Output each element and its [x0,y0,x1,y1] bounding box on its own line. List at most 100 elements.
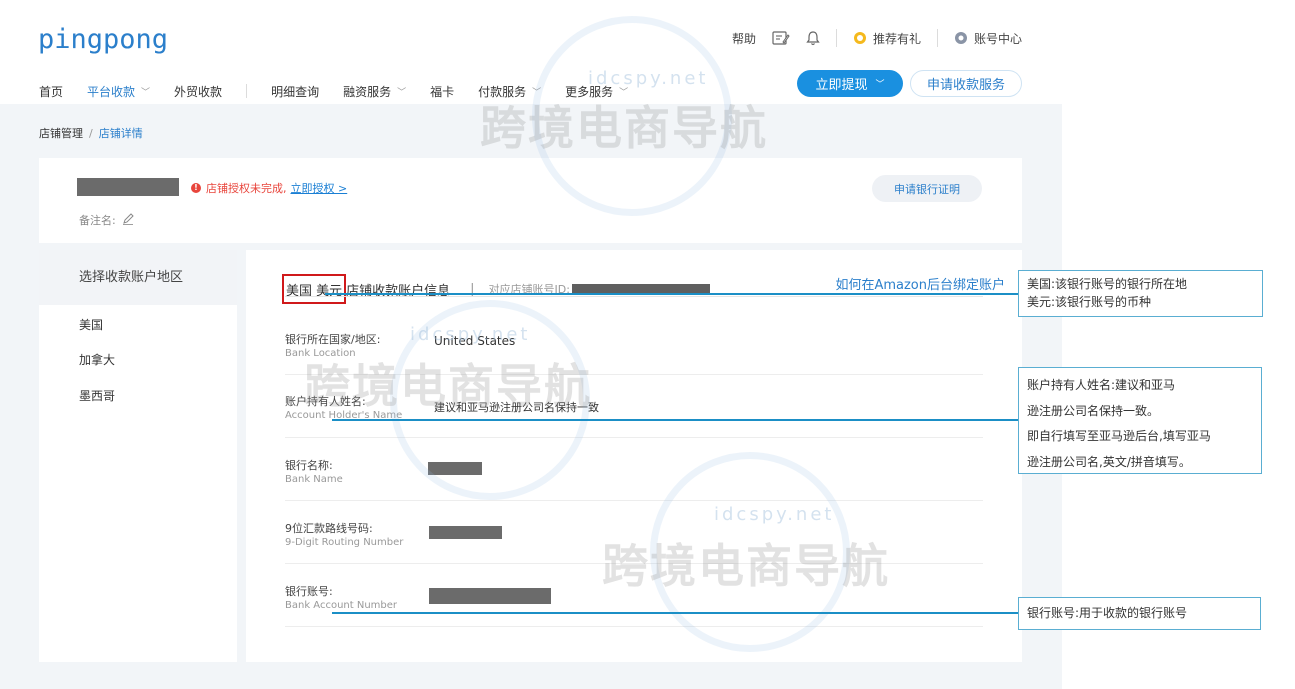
divider [285,296,983,297]
divider [285,500,983,501]
redacted-routing-number [429,526,502,539]
top-right-links: 帮助 推荐有礼 账号中心 [716,28,1022,48]
nav-label: 付款服务 [478,84,527,99]
store-card: ! 店铺授权未完成, 立即授权 > 备注名: 申请银行证明 [39,158,1022,243]
breadcrumb: 店铺管理 / 店铺详情 [39,125,143,141]
alert-icon: ! [191,183,201,193]
referral-label: 推荐有礼 [872,31,921,46]
nav-item-more[interactable]: 更多服务 ﹀ [565,83,628,100]
nav-label: 明细查询 [271,84,320,99]
account-info-panel: 美国 美元 店铺收款账户信息 | 对应店铺账号ID: 如何在Amazon后台绑定… [246,250,1022,662]
field-routing-number: 9位汇款路线号码: 9-Digit Routing Number [285,520,983,548]
chevron-down-icon: ﹀ [875,79,885,89]
region-item-canada[interactable]: 加拿大 [79,351,115,368]
nav-item-details[interactable]: 明细查询 [271,83,319,100]
redacted-store-name [77,178,179,196]
field-bank-name: 银行名称: Bank Name [285,457,983,485]
chevron-down-icon: ﹀ [397,87,407,98]
nav-item-payment[interactable]: 付款服务 ﹀ [478,83,541,100]
nav-item-platform-collection[interactable]: 平台收款 ﹀ [87,83,150,100]
divider [936,29,938,47]
field-label-en: Bank Location [285,348,356,359]
region-panel-title: 选择收款账户地区 [39,250,237,305]
chevron-down-icon: ﹀ [141,87,151,98]
annotation-currency: 美国:该银行账号的银行所在地 美元:该银行账号的币种 [1018,270,1263,317]
divider [246,84,248,98]
breadcrumb-separator: / [89,127,93,140]
nav-label: 首页 [39,84,64,99]
apply-collection-button[interactable]: 申请收款服务 [910,70,1022,97]
field-account-number: 银行账号: Bank Account Number [285,583,983,611]
edit-icon[interactable] [772,30,790,46]
annotation-line: 账户持有人姓名:建议和亚马 [1027,378,1176,392]
chevron-down-icon: ﹀ [532,87,542,98]
annotation-connector [332,419,1018,421]
nav-label: 融资服务 [343,84,392,99]
annotation-line: 逊注册公司名保持一致。 [1027,403,1160,418]
field-value: United States [434,334,516,348]
annotation-account-number: 银行账号:用于收款的银行账号 [1018,597,1261,630]
withdraw-button[interactable]: 立即提现 ﹀ [797,70,903,97]
divider [285,563,983,564]
field-label-en: 9-Digit Routing Number [285,537,404,548]
region-item-mexico[interactable]: 墨西哥 [79,387,115,404]
nav-label: 外贸收款 [174,84,223,99]
nav-label: 更多服务 [565,84,614,99]
annotation-holder-name: 账户持有人姓名:建议和亚马 逊注册公司名保持一致。 即自行填写至亚马逊后台,填写… [1018,367,1262,474]
annotation-line: 美元:该银行账号的币种 [1027,295,1152,309]
nav-label: 平台收款 [87,84,136,99]
divider [835,29,837,47]
help-label: 帮助 [731,31,756,46]
country-currency-tag: 美国 美元 [282,274,347,304]
region-panel: 选择收款账户地区 美国 加拿大 墨西哥 [39,250,237,662]
annotation-connector [332,612,1018,614]
field-label-en: Bank Account Number [285,600,398,611]
logo[interactable]: pingpong [38,24,168,55]
remark-row: 备注名: [79,212,134,228]
annotation-connector [325,293,1018,295]
annotation-line: 银行账号:用于收款的银行账号 [1027,606,1188,620]
field-value: 建议和亚马逊注册公司名保持一致 [434,401,599,414]
nav-item-financing[interactable]: 融资服务 ﹀ [343,83,406,100]
region-item-us[interactable]: 美国 [79,316,103,333]
nav-label: 福卡 [430,84,455,99]
redacted-bank-name [428,462,482,475]
divider [285,626,983,627]
remark-label: 备注名: [79,214,116,227]
annotation-line: 即自行填写至亚马逊后台,填写亚马 [1027,429,1211,443]
bank-certificate-button[interactable]: 申请银行证明 [872,175,982,202]
bell-icon[interactable] [806,30,820,46]
redacted-account-number [429,588,551,604]
app-window: pingpong 帮助 推荐有礼 账号中心 首页 平台收款 ﹀ 外贸收款 明细查… [0,0,1062,689]
breadcrumb-store-management[interactable]: 店铺管理 [39,127,83,140]
field-label: 银行名称: [285,459,333,472]
help-link[interactable]: 帮助 [732,30,756,47]
amazon-binding-link[interactable]: 如何在Amazon后台绑定账户 [835,274,1005,293]
user-icon [954,32,967,44]
pencil-icon[interactable] [122,212,134,228]
referral-link[interactable]: 推荐有礼 [853,30,921,47]
divider [285,437,983,438]
chevron-down-icon: ﹀ [619,87,629,98]
gift-icon [853,32,866,44]
field-label-en: Bank Name [285,474,343,485]
field-label: 银行所在国家/地区: [285,333,381,346]
field-account-holder: 账户持有人姓名: Account Holder's Name 建议和亚马逊注册公… [285,393,983,421]
annotation-line: 美国:该银行账号的银行所在地 [1027,277,1188,291]
warning-text: 店铺授权未完成, [206,182,287,195]
nav-item-fuka[interactable]: 福卡 [430,83,454,100]
nav-item-trade-collection[interactable]: 外贸收款 [174,83,222,100]
authorization-warning: ! 店铺授权未完成, 立即授权 > [191,180,347,196]
field-label: 银行账号: [285,585,333,598]
account-center-link[interactable]: 账号中心 [954,30,1022,47]
main-nav: 首页 平台收款 ﹀ 外贸收款 明细查询 融资服务 ﹀ 福卡 付款服务 ﹀ 更多服务 ﹀ [39,82,652,100]
breadcrumb-current: 店铺详情 [98,127,143,140]
divider [285,374,983,375]
withdraw-label: 立即提现 [815,77,868,92]
account-info-header: 美国 美元 店铺收款账户信息 | 对应店铺账号ID: [282,274,710,304]
authorize-link[interactable]: 立即授权 > [291,180,348,196]
annotation-line: 逊注册公司名,英文/拼音填写。 [1027,454,1191,469]
field-bank-location: 银行所在国家/地区: Bank Location United States [285,331,983,359]
nav-item-home[interactable]: 首页 [39,83,63,100]
account-center-label: 账号中心 [973,31,1022,46]
